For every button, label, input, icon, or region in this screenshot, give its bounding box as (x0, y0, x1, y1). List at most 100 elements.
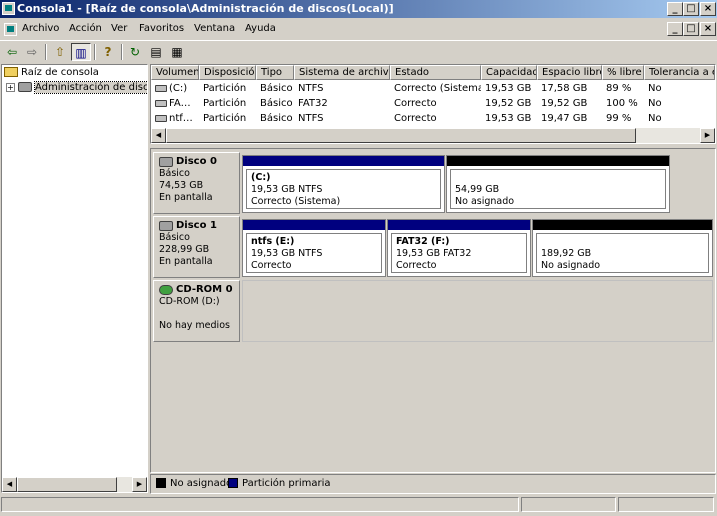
disk-status: En pantalla (159, 256, 213, 267)
volume-list-horizontal-scrollbar[interactable]: ◀ ▶ (151, 128, 715, 143)
console-tree-panel[interactable]: Raíz de consola + Administración de disco… (1, 64, 148, 493)
partition-label: FAT32 (F:) (396, 236, 450, 247)
tree-item-root[interactable]: Raíz de consola (4, 67, 99, 78)
expand-icon[interactable]: + (6, 82, 15, 92)
disk-type: CD-ROM (D:) (159, 296, 220, 307)
partition-color-bar (533, 220, 712, 230)
up-folder-icon[interactable]: ⇧ (50, 43, 70, 61)
column-header-tipo[interactable]: Tipo (256, 65, 294, 80)
mdi-minimize-button[interactable]: _ (667, 22, 683, 36)
partition-status: Correcto (396, 260, 437, 271)
legend-primary-partition: Partición primaria (228, 478, 331, 489)
partition-status: No asignado (541, 260, 601, 271)
minimize-button[interactable]: _ (667, 2, 683, 16)
menu-bar: Archivo Acción Ver Favoritos Ventana Ayu… (0, 19, 717, 39)
legend-swatch (228, 478, 238, 488)
cell-espacio-libre: 19,52 GB (541, 98, 588, 109)
column-header-sistema-archivos[interactable]: Sistema de archivos (294, 65, 390, 80)
column-header-estado[interactable]: Estado (390, 65, 481, 80)
unallocated-disk-0[interactable]: 54,99 GB No asignado (446, 155, 670, 213)
menu-ver[interactable]: Ver (111, 23, 127, 34)
toolbar-separator (94, 44, 96, 60)
disk-name: Disco 0 (176, 156, 217, 167)
disk-name: CD-ROM 0 (176, 284, 233, 295)
cell-tipo: Básico (260, 113, 293, 124)
maximize-button[interactable]: □ (683, 2, 699, 16)
disk-1-info[interactable]: Disco 1 Básico 228,99 GB En pantalla (153, 216, 240, 278)
show-tree-icon[interactable]: ▥ (71, 43, 91, 61)
scroll-thumb[interactable] (166, 128, 636, 143)
partition-status: No asignado (455, 196, 515, 207)
refresh-icon[interactable]: ↻ (125, 43, 145, 61)
disk-graphical-view[interactable]: Disco 0 Básico 74,53 GB En pantalla (C:)… (150, 148, 716, 473)
mdi-child-icon[interactable] (4, 23, 17, 36)
disk-properties-icon[interactable]: ▦ (167, 43, 187, 61)
partition-color-bar (447, 156, 669, 166)
legend-swatch (156, 478, 166, 488)
cell-espacio-libre: 19,47 GB (541, 113, 588, 124)
cell-capacidad: 19,53 GB (485, 113, 532, 124)
window-title: Consola1 - [Raíz de consola\Administraci… (17, 2, 394, 15)
status-pane-main (1, 497, 519, 512)
column-header-disposicion[interactable]: Disposición (199, 65, 256, 80)
column-header-porcentaje-libre[interactable]: % libre (602, 65, 644, 80)
scroll-thumb[interactable] (17, 477, 117, 492)
legend-label: No asignado (170, 478, 233, 489)
disk-status: En pantalla (159, 192, 213, 203)
scroll-right-icon[interactable]: ▶ (700, 128, 715, 143)
cdrom-empty-area[interactable] (242, 280, 713, 342)
disk-0-info[interactable]: Disco 0 Básico 74,53 GB En pantalla (153, 152, 240, 214)
forward-arrow-icon[interactable]: ⇨ (22, 43, 42, 61)
partition-color-bar (388, 220, 530, 230)
partition-c[interactable]: (C:) 19,53 GB NTFS Correcto (Sistema) (242, 155, 445, 213)
toolbar: ⇦ ⇨ ⇧ ▥ ? ↻ ▤ ▦ (0, 40, 717, 63)
partition-status: Correcto (Sistema) (251, 196, 341, 207)
scroll-right-icon[interactable]: ▶ (132, 477, 147, 492)
mdi-restore-button[interactable]: □ (683, 22, 699, 36)
menu-archivo[interactable]: Archivo (22, 23, 59, 34)
back-arrow-icon[interactable]: ⇦ (2, 43, 22, 61)
close-button[interactable]: × (700, 2, 716, 16)
cell-tipo: Básico (260, 98, 293, 109)
tree-horizontal-scrollbar[interactable]: ◀ ▶ (2, 477, 147, 492)
tree-root-label: Raíz de consola (21, 67, 99, 78)
menu-favoritos[interactable]: Favoritos (139, 23, 184, 34)
column-header-tolerancia[interactable]: Tolerancia a err (644, 65, 715, 80)
scroll-left-icon[interactable]: ◀ (2, 477, 17, 492)
unallocated-disk-1[interactable]: 189,92 GB No asignado (532, 219, 713, 277)
toolbar-separator (121, 44, 123, 60)
cdrom-0-info[interactable]: CD-ROM 0 CD-ROM (D:) No hay medios (153, 280, 240, 342)
cell-estado: Correcto (Sistema) (394, 83, 481, 94)
partition-status: Correcto (251, 260, 292, 271)
mdi-close-button[interactable]: × (700, 22, 716, 36)
menu-ventana[interactable]: Ventana (194, 23, 235, 34)
partition-size: 19,53 GB NTFS (251, 184, 323, 195)
partition-size: 189,92 GB (541, 248, 592, 259)
menu-accion[interactable]: Acción (69, 23, 102, 34)
help-icon[interactable]: ? (98, 43, 118, 61)
volume-list[interactable]: Volumen Disposición Tipo Sistema de arch… (150, 64, 716, 144)
cell-estado: Correcto (394, 113, 437, 124)
disk-name: Disco 1 (176, 220, 217, 231)
cell-porcentaje-libre: 99 % (606, 113, 632, 124)
partition-e[interactable]: ntfs (E:) 19,53 GB NTFS Correcto (242, 219, 386, 277)
title-bar[interactable]: Consola1 - [Raíz de consola\Administraci… (0, 0, 717, 18)
disk-size: 228,99 GB (159, 244, 210, 255)
cell-capacidad: 19,52 GB (485, 98, 532, 109)
disk-management-icon (18, 82, 32, 92)
column-header-capacidad[interactable]: Capacidad (481, 65, 537, 80)
cell-espacio-libre: 17,58 GB (541, 83, 588, 94)
partition-f[interactable]: FAT32 (F:) 19,53 GB FAT32 Correcto (387, 219, 531, 277)
cell-volumen: ntf… (169, 113, 193, 124)
menu-ayuda[interactable]: Ayuda (245, 23, 276, 34)
tree-item-disk-management[interactable]: + Administración de discos( (6, 81, 147, 94)
column-header-espacio-libre[interactable]: Espacio libre (537, 65, 602, 80)
cell-tolerancia: No (648, 83, 662, 94)
properties-icon[interactable]: ▤ (146, 43, 166, 61)
partition-color-bar (243, 220, 385, 230)
tree-child-label: Administración de discos( (34, 81, 147, 94)
column-header-volumen[interactable]: Volumen (151, 65, 199, 80)
console-app-icon[interactable] (2, 2, 15, 15)
scroll-left-icon[interactable]: ◀ (151, 128, 166, 143)
partition-color-bar (243, 156, 444, 166)
